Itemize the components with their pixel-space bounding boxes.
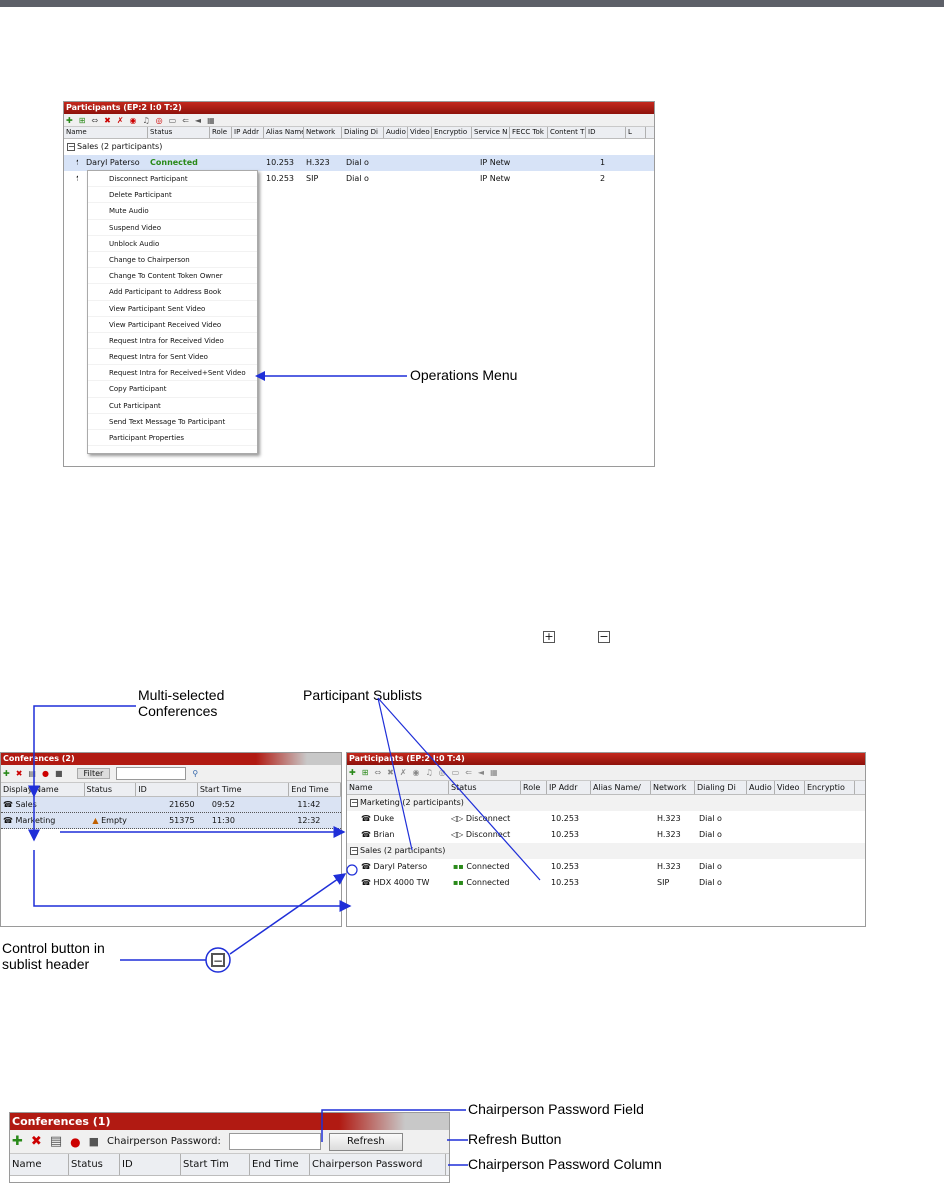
participant-icon: ☎ — [64, 171, 78, 187]
menu-item[interactable]: Participant Properties — [88, 430, 257, 447]
col-name[interactable]: Name — [10, 1154, 69, 1175]
participants-title: Participants (EP:2 I:0 T:2) — [64, 102, 654, 114]
mic-icon[interactable]: ♫ — [143, 116, 150, 125]
video-icon[interactable]: ◎ — [156, 116, 163, 125]
menu-item[interactable]: Copy Participant — [88, 381, 257, 398]
add-from-book-icon[interactable]: ⊞ — [79, 116, 86, 125]
participant-id: 1 — [600, 158, 606, 167]
stop-icon[interactable]: ■ — [89, 1135, 99, 1148]
col-alias[interactable]: Alias Name/ — [264, 127, 304, 138]
participant-network: SIP — [306, 174, 319, 183]
participant-dial: Dial o — [346, 174, 369, 183]
col-l[interactable]: L — [626, 127, 646, 138]
participant-name: Daryl Paterso — [86, 158, 140, 167]
conference-properties-icon[interactable]: ▤ — [50, 1134, 62, 1149]
menu-item[interactable]: Request Intra for Received Video — [88, 333, 257, 350]
chairperson-password-input[interactable] — [228, 1133, 321, 1150]
refresh-button-callout: Refresh Button — [468, 1131, 562, 1147]
sublist-header-sales[interactable]: − Sales (2 participants) — [64, 139, 654, 155]
participant-ip: 10.253 — [266, 174, 294, 183]
col-status[interactable]: Status — [148, 127, 210, 138]
menu-item[interactable]: Cut Participant — [88, 398, 257, 414]
add-participant-icon[interactable]: ✚ — [66, 116, 73, 125]
password-field-callout: Chairperson Password Field — [468, 1101, 644, 1117]
participant-icon: ☎ — [64, 155, 78, 171]
operations-menu: Disconnect Participant Delete Participant… — [87, 170, 258, 454]
menu-item[interactable]: Suspend Video — [88, 220, 257, 236]
menu-item[interactable]: View Participant Received Video — [88, 317, 257, 333]
table-row[interactable]: ☎ Daryl Paterso Connected 10.253 H.323 D… — [64, 155, 654, 171]
col-audio[interactable]: Audio — [384, 127, 408, 138]
disconnect-icon[interactable]: ✖ — [104, 116, 111, 125]
menu-item[interactable]: Send Text Message To Participant — [88, 414, 257, 430]
record-icon[interactable]: ● — [70, 1135, 80, 1149]
col-role[interactable]: Role — [210, 127, 232, 138]
new-conference-icon[interactable]: ✚ — [12, 1134, 23, 1149]
participant-ip: 10.253 — [266, 158, 294, 167]
participant-status: Connected — [150, 158, 198, 167]
figure2-callout-lines — [28, 697, 541, 973]
arrow-icon[interactable]: ⇐ — [182, 116, 189, 125]
speaker-icon[interactable]: ◄ — [195, 116, 201, 125]
col-fecc[interactable]: FECC Tok — [510, 127, 548, 138]
minus-box-icon: − — [598, 630, 610, 643]
password-column-callout: Chairperson Password Column — [468, 1156, 662, 1172]
participants-toolbar: ✚ ⊞ ⇔ ✖ ✗ ◉ ♫ ◎ ▭ ⇐ ◄ ▦ — [64, 114, 654, 127]
menu-item[interactable]: Add Participant to Address Book — [88, 284, 257, 301]
connect-icon[interactable]: ⇔ — [91, 116, 98, 125]
plus-box-icon: + — [543, 630, 555, 643]
col-id[interactable]: ID — [120, 1154, 181, 1175]
col-network[interactable]: Network — [304, 127, 342, 138]
menu-item[interactable]: Disconnect Participant — [88, 171, 257, 188]
minus-box-icon: − — [211, 953, 225, 968]
participant-id: 2 — [600, 174, 606, 183]
col-ip[interactable]: IP Addr — [232, 127, 264, 138]
col-content[interactable]: Content T — [548, 127, 586, 138]
col-status[interactable]: Status — [69, 1154, 120, 1175]
participant-service: IP Netw — [480, 158, 511, 167]
mute-icon[interactable]: ◉ — [130, 116, 137, 125]
chairperson-password-label: Chairperson Password: — [107, 1136, 221, 1147]
suspend-video-icon[interactable]: ▭ — [169, 116, 177, 125]
top-bar — [0, 0, 944, 7]
control-button-callout: Control button in sublist header — [2, 940, 105, 972]
col-name[interactable]: Name — [64, 127, 148, 138]
delete-participant-icon[interactable]: ✗ — [117, 116, 124, 125]
layout-icon[interactable]: ▦ — [207, 116, 215, 125]
operations-menu-callout: Operations Menu — [410, 367, 518, 383]
operations-menu-arrow — [255, 371, 407, 381]
col-id[interactable]: ID — [586, 127, 626, 138]
menu-item[interactable]: Change to Chairperson — [88, 252, 257, 269]
col-dialing[interactable]: Dialing Di — [342, 127, 384, 138]
sublist-label: Sales (2 participants) — [77, 142, 163, 151]
participants-column-header: Name Status Role IP Addr Alias Name/ Net… — [64, 127, 654, 139]
menu-item[interactable]: View Participant Sent Video — [88, 301, 257, 317]
menu-item[interactable]: Request Intra for Received+Sent Video — [88, 365, 257, 382]
menu-item[interactable]: Unblock Audio — [88, 236, 257, 252]
delete-conference-icon[interactable]: ✖ — [31, 1134, 42, 1149]
col-start-time[interactable]: Start Tim — [181, 1154, 250, 1175]
col-end-time[interactable]: End Time — [250, 1154, 310, 1175]
figure3-callout-lines — [321, 1109, 468, 1166]
minus-box-icon[interactable]: − — [67, 142, 75, 151]
participant-service: IP Netw — [480, 174, 511, 183]
participant-dial: Dial o — [346, 158, 369, 167]
menu-item[interactable]: Request Intra for Sent Video — [88, 349, 257, 366]
menu-item[interactable]: Delete Participant — [88, 187, 257, 204]
col-service[interactable]: Service N — [472, 127, 510, 138]
col-video[interactable]: Video — [408, 127, 432, 138]
menu-item[interactable]: Change To Content Token Owner — [88, 268, 257, 285]
col-encryption[interactable]: Encryptio — [432, 127, 472, 138]
menu-item[interactable]: Mute Audio — [88, 203, 257, 220]
participant-network: H.323 — [306, 158, 330, 167]
